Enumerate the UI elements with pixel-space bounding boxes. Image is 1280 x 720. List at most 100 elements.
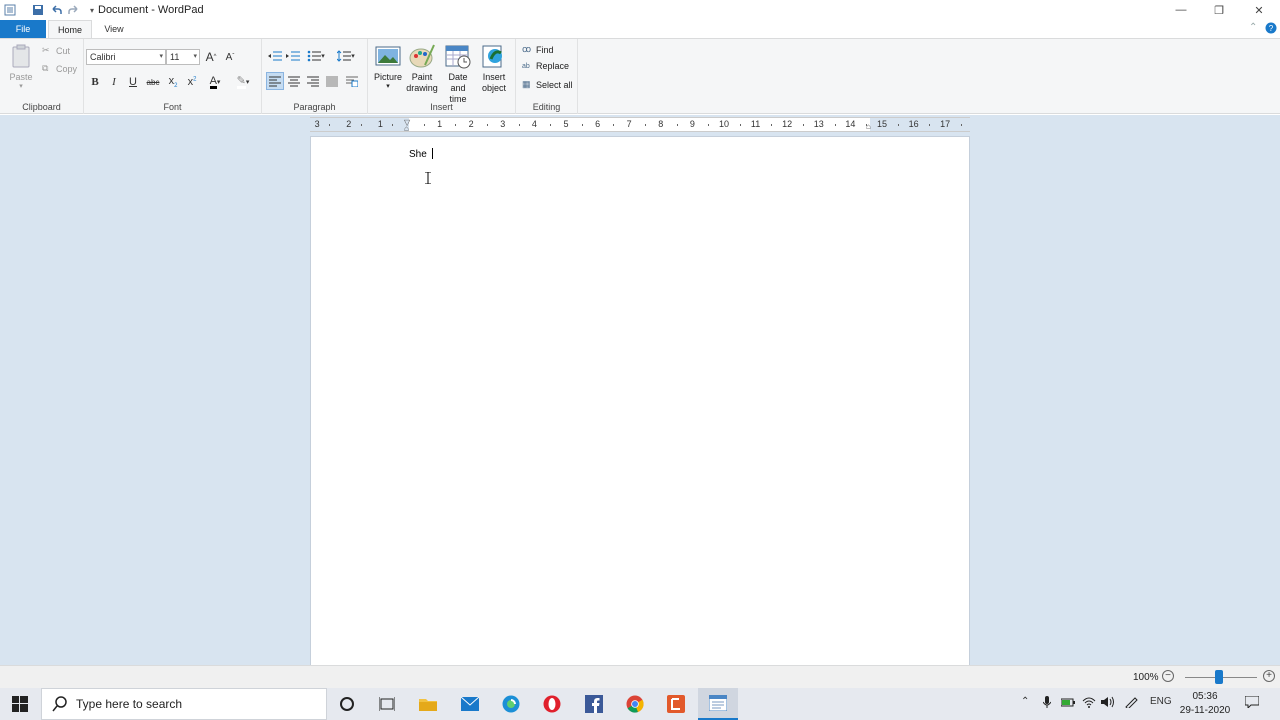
taskbar-search[interactable]: Type here to search	[41, 688, 327, 720]
text-color-button[interactable]: A ▾	[203, 73, 227, 91]
show-hidden-icons-chevron-icon[interactable]: ⌃	[1021, 696, 1029, 707]
start-button[interactable]	[0, 688, 40, 720]
ruler-number: 13	[813, 119, 824, 129]
facebook-icon[interactable]	[574, 688, 614, 720]
ruler-tick	[708, 124, 710, 126]
system-clock[interactable]: 05:36 29-11-2020	[1170, 690, 1240, 718]
ruler[interactable]: 3 2 1 1 2 3 4 5 6 7 8 9 10 11 12 13 14 15 16 17 ▽ ⌂ ⌂	[310, 117, 970, 133]
left-indent-marker[interactable]: ⌂	[404, 124, 409, 133]
copy-button[interactable]: ⧉ Copy	[42, 63, 77, 74]
bold-button[interactable]: B	[86, 73, 104, 91]
underline-button[interactable]: U	[124, 73, 142, 91]
volume-icon[interactable]	[1101, 696, 1115, 711]
align-left-button[interactable]	[266, 72, 284, 90]
align-right-button[interactable]	[304, 72, 322, 90]
pen-workspace-icon[interactable]	[1124, 696, 1138, 711]
microphone-icon[interactable]	[1042, 696, 1052, 711]
wifi-icon[interactable]	[1082, 696, 1096, 711]
zoom-slider-thumb[interactable]	[1215, 670, 1223, 684]
editing-group-label: Editing	[532, 102, 561, 112]
select-all-label: Select all	[536, 79, 573, 90]
editing-group: ꝏ Find ab Replace ▦ Select all Editing	[516, 39, 578, 114]
align-left-icon	[269, 76, 281, 86]
collapse-ribbon-icon[interactable]: ⌃	[1249, 22, 1257, 33]
save-icon[interactable]	[30, 2, 46, 18]
strikethrough-button[interactable]: abc	[144, 73, 162, 91]
increase-indent-icon[interactable]	[284, 47, 302, 65]
battery-icon[interactable]	[1060, 696, 1075, 711]
mail-icon[interactable]	[450, 688, 490, 720]
cut-button[interactable]: ✂ Cut	[42, 45, 70, 56]
font-size-select[interactable]: 11 ▾	[166, 49, 200, 65]
redo-icon[interactable]	[66, 2, 82, 18]
ruler-number: 9	[689, 119, 695, 129]
wordpad-taskbar-icon[interactable]	[698, 688, 738, 720]
document-text[interactable]: She	[409, 148, 433, 160]
replace-button[interactable]: ab Replace	[522, 61, 569, 71]
paint-drawing-button[interactable]: Paint drawing	[404, 43, 440, 94]
align-center-button[interactable]	[285, 72, 303, 90]
align-center-icon	[288, 76, 300, 86]
line-spacing-button[interactable]: ▾	[334, 47, 358, 65]
picture-button[interactable]: Picture ▾	[370, 43, 406, 90]
ruler-tick	[645, 124, 646, 126]
tab-view[interactable]: View	[96, 20, 132, 38]
ruler-number: 15	[876, 119, 888, 129]
tab-home[interactable]: Home	[48, 20, 92, 39]
decrease-indent-icon[interactable]	[266, 47, 284, 65]
date-label-1: Date and	[448, 72, 468, 93]
date-time-button[interactable]: Date and time	[440, 43, 476, 105]
help-icon[interactable]: ?	[1265, 22, 1277, 37]
ruler-number: 10	[718, 119, 730, 129]
font-family-select[interactable]: Calibri ▾	[86, 49, 166, 65]
zoom-in-button[interactable]: +	[1263, 670, 1275, 682]
notifications-icon[interactable]	[1244, 695, 1260, 711]
line-spacing-icon	[337, 50, 352, 62]
justify-button[interactable]	[323, 72, 341, 90]
highlight-color-button[interactable]: ✎ ▾	[230, 73, 256, 91]
close-button[interactable]: ✕	[1240, 0, 1278, 20]
bullets-button[interactable]: ▾	[304, 47, 328, 65]
restore-button[interactable]: ❐	[1200, 0, 1238, 20]
right-indent-marker[interactable]: ⌂	[866, 122, 871, 131]
paste-button[interactable]: Paste ▾	[2, 43, 40, 90]
clock-time: 05:36	[1192, 691, 1218, 702]
insert-object-icon	[481, 43, 507, 69]
paste-icon	[8, 43, 34, 69]
document-page[interactable]: She	[310, 136, 970, 666]
ruler-tick	[739, 124, 741, 126]
opera-browser-icon[interactable]	[532, 688, 572, 720]
shrink-font-button[interactable]: Aˇ	[221, 48, 239, 66]
text-caret	[431, 148, 433, 159]
tab-file[interactable]: File	[0, 20, 46, 38]
paragraph-settings-button[interactable]	[343, 72, 361, 90]
chrome-browser-icon[interactable]	[615, 688, 655, 720]
cortana-icon[interactable]	[327, 688, 367, 720]
grow-font-button[interactable]: A ^	[202, 48, 220, 66]
find-button[interactable]: ꝏ Find	[522, 44, 554, 55]
zoom-out-button[interactable]: −	[1162, 670, 1174, 682]
document-workspace: 3 2 1 1 2 3 4 5 6 7 8 9 10 11 12 13 14 15 16 17 ▽ ⌂ ⌂ She	[0, 115, 1280, 666]
ruler-tick	[518, 124, 520, 126]
insert-object-button[interactable]: Insert object	[476, 43, 512, 94]
subscript-button[interactable]: x2	[164, 73, 182, 91]
minimize-button[interactable]: —	[1162, 0, 1200, 20]
ribbon: Paste ▾ ✂ Cut ⧉ Copy Clipboard Calibri ▾…	[0, 38, 1280, 114]
subscript-icon: x2	[168, 74, 178, 90]
select-all-button[interactable]: ▦ Select all	[522, 79, 573, 90]
wordpad-app-icon[interactable]	[2, 2, 18, 18]
superscript-button[interactable]: x2	[183, 73, 201, 91]
screen-recorder-icon[interactable]	[656, 688, 696, 720]
undo-icon[interactable]	[48, 2, 64, 18]
paste-dropdown-icon: ▾	[19, 83, 23, 90]
ruler-tick	[455, 124, 457, 126]
input-language[interactable]: ENG	[1150, 696, 1172, 707]
file-explorer-icon[interactable]	[408, 688, 448, 720]
edge-browser-icon[interactable]	[491, 688, 531, 720]
italic-button[interactable]: I	[105, 73, 123, 91]
zoom-level: 100%	[1133, 672, 1159, 683]
task-view-icon[interactable]	[367, 688, 407, 720]
paragraph-group-label: Paragraph	[293, 102, 336, 112]
ruler-number: 3	[500, 119, 506, 129]
chevron-down-icon: ▾	[245, 79, 250, 86]
